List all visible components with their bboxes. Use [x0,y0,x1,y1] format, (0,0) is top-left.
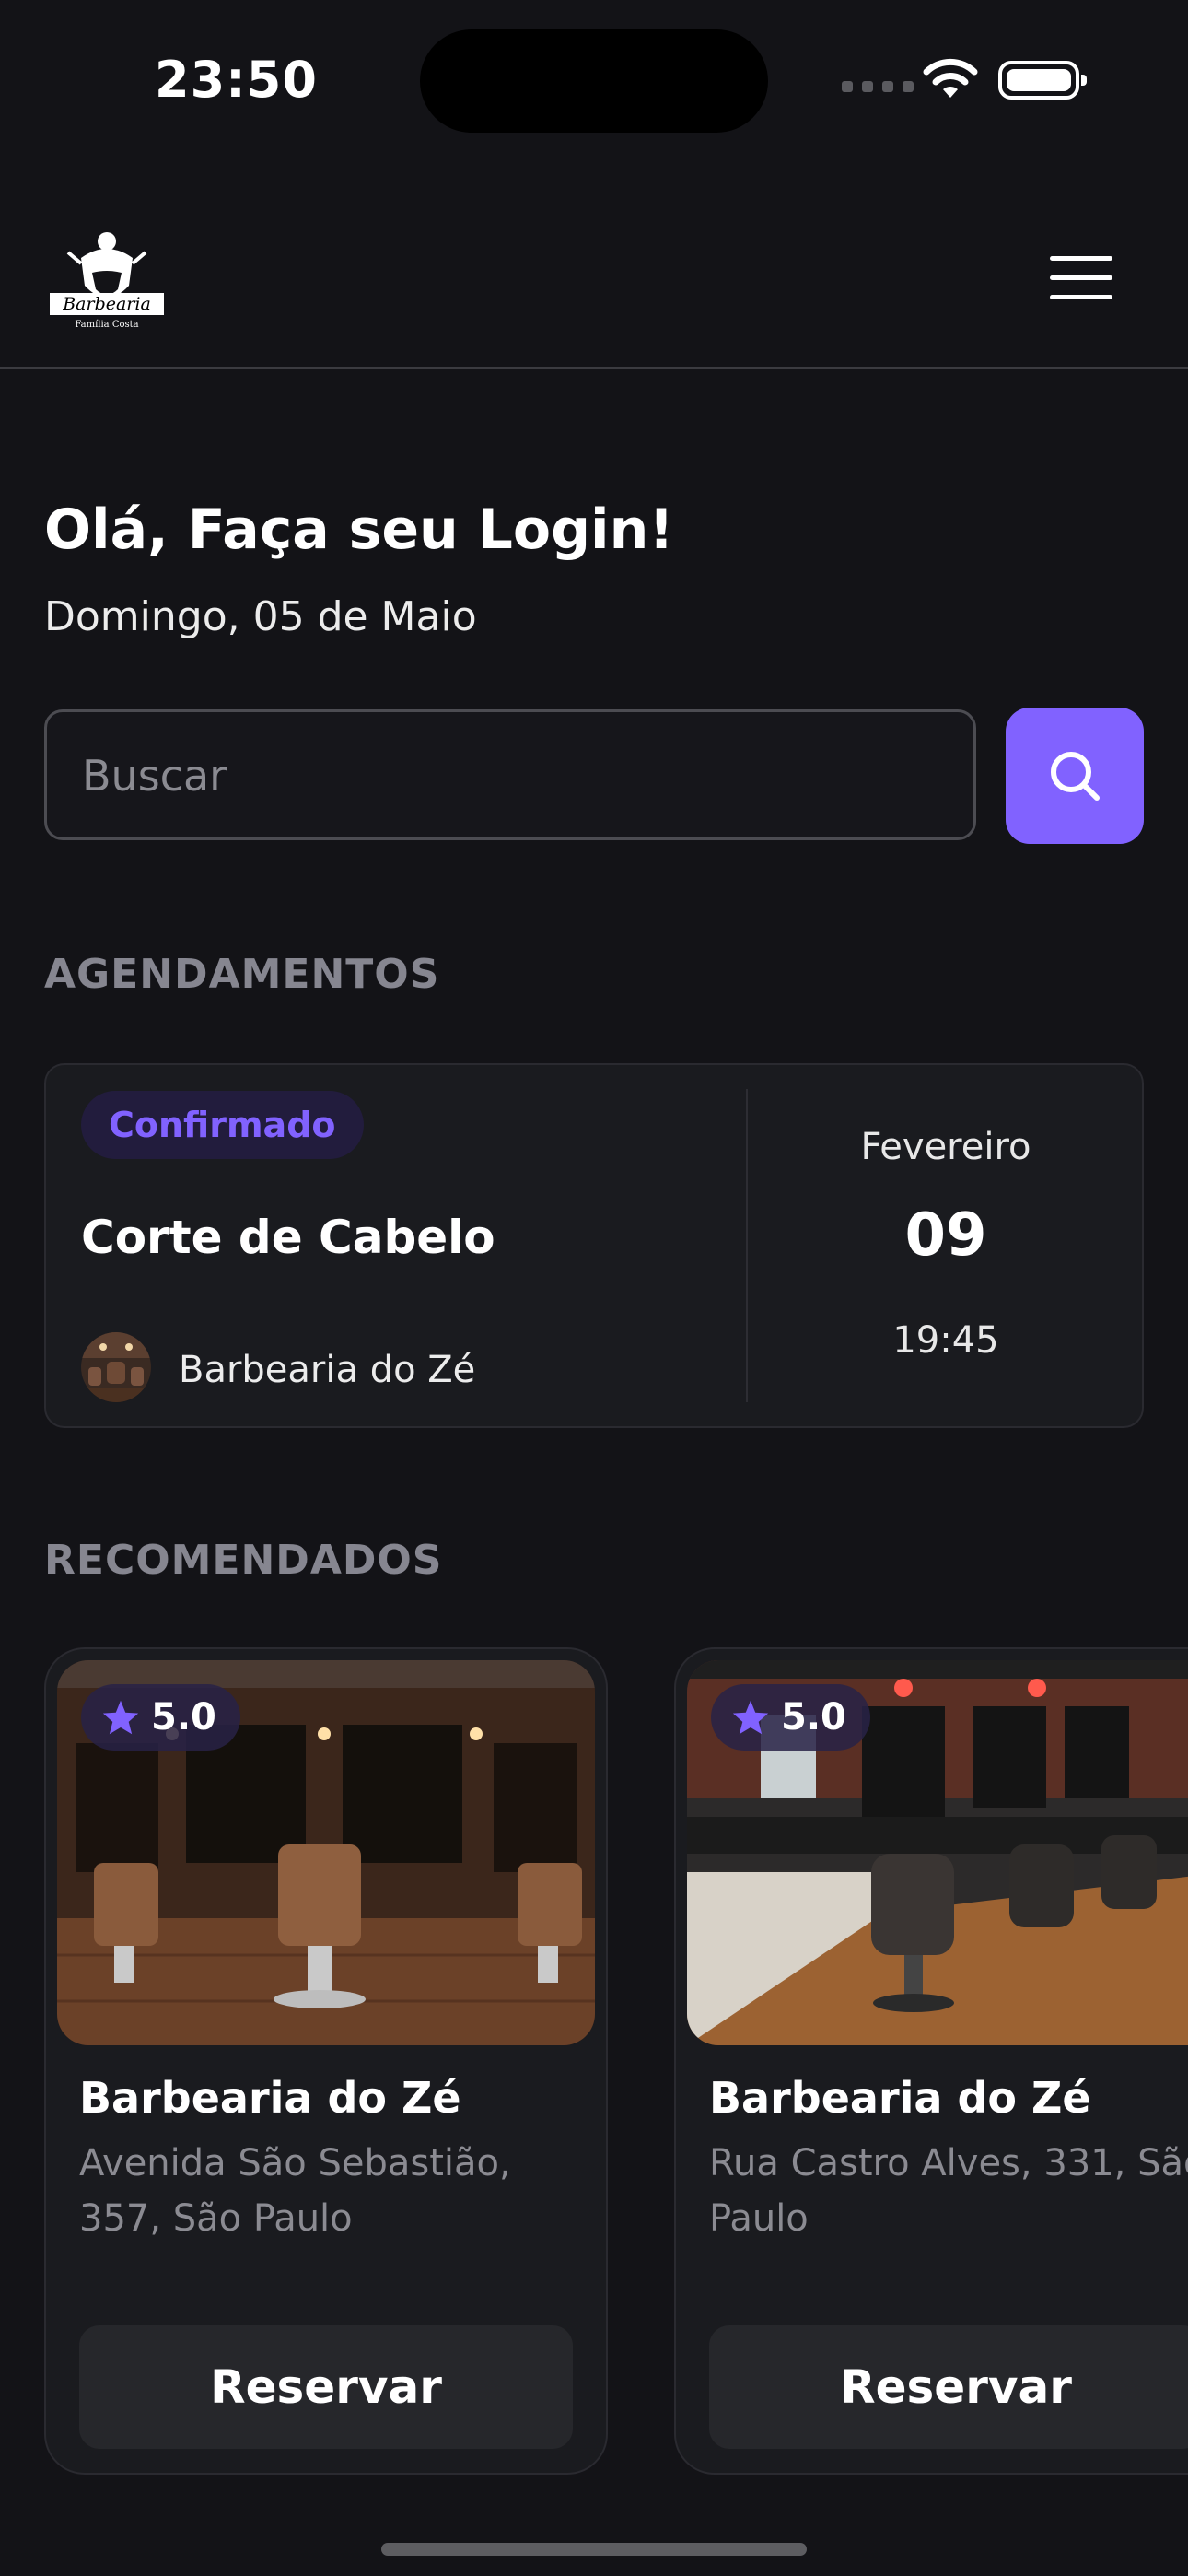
barbershop-card[interactable]: 5.0 Barbearia do Zé Avenida São Sebastiã… [44,1647,608,2475]
star-icon [102,1700,139,1735]
search-input[interactable] [80,712,931,839]
booking-card[interactable]: Confirmado Corte de Cabelo Barbearia do … [44,1063,1144,1428]
current-date: Domingo, 05 de Maio [44,593,477,640]
rating-badge: 5.0 [711,1684,870,1751]
logo-text: Barbearia [62,294,151,314]
reserve-button[interactable]: Reservar [79,2325,573,2449]
status-time: 23:50 [155,51,318,109]
dynamic-island [420,29,768,133]
rating-value: 5.0 [151,1696,216,1739]
cellular-signal-icon [842,81,914,92]
battery-icon [998,61,1087,100]
status-badge: Confirmado [81,1091,364,1159]
booking-day: 09 [904,1201,987,1270]
barbershop-address: Rua Castro Alves, 331, São Paulo [709,2142,1188,2240]
menu-icon[interactable] [1050,256,1112,299]
section-title-appointments: AGENDAMENTOS [44,951,440,998]
booking-service: Corte de Cabelo [81,1211,495,1264]
barbershop-address: Avenida São Sebastião, 357, São Paulo [79,2142,511,2240]
barbershop-image: 5.0 [57,1660,595,2045]
wifi-icon [921,55,980,105]
barbershop-name: Barbearia do Zé [709,2073,1091,2123]
booking-time: 19:45 [892,1319,999,1362]
section-title-recommended: RECOMENDADOS [44,1537,443,1584]
home-indicator[interactable] [381,2543,807,2556]
rating-badge: 5.0 [81,1684,240,1751]
barbershop-card[interactable]: 5.0 Barbearia do Zé Rua Castro Alves, 33… [674,1647,1188,2475]
shop-avatar [81,1332,151,1402]
booking-shop-name: Barbearia do Zé [179,1349,476,1391]
barbershop-image: 5.0 [687,1660,1188,2045]
rating-value: 5.0 [781,1696,846,1739]
greeting-title: Olá, Faça seu Login! [44,498,674,562]
search-icon [1051,752,1100,801]
star-icon [732,1700,769,1735]
booking-month: Fevereiro [860,1126,1031,1168]
barbearia-logo[interactable]: Barbearia Família Costa [44,221,169,332]
reserve-button[interactable]: Reservar [709,2325,1188,2449]
search-button[interactable] [1006,708,1144,844]
logo-subtext: Família Costa [75,320,138,330]
barbershop-name: Barbearia do Zé [79,2073,461,2123]
header-divider [0,367,1188,369]
search-field[interactable] [44,709,976,840]
